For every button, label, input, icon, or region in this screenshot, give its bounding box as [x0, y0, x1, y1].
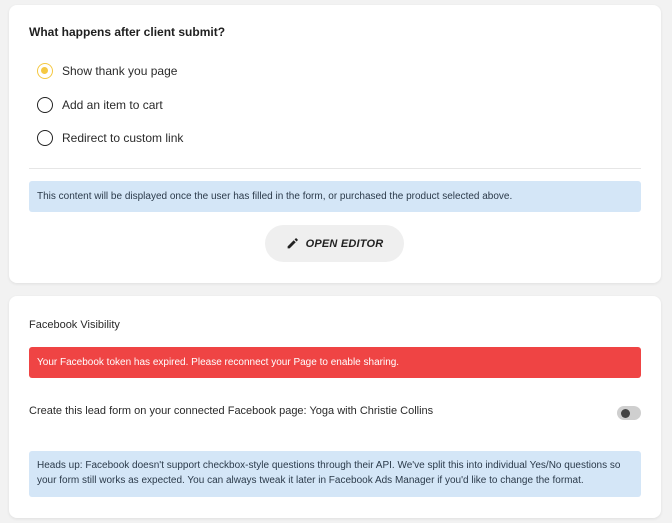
lead-form-toggle[interactable] [617, 406, 641, 420]
facebook-section-title: Facebook Visibility [29, 319, 120, 331]
section-title: What happens after client submit? [29, 25, 226, 39]
radio-option-redirect[interactable]: Redirect to custom link [37, 130, 183, 146]
radio-label: Show thank you page [62, 64, 178, 78]
after-submit-card: What happens after client submit? Show t… [9, 5, 661, 283]
pencil-icon [287, 238, 298, 249]
toggle-knob [621, 409, 630, 418]
lead-form-label: Create this lead form on your connected … [29, 405, 434, 417]
radio-button[interactable] [37, 130, 53, 146]
error-banner: Your Facebook token has expired. Please … [29, 347, 641, 378]
divider [29, 168, 641, 169]
radio-button[interactable] [37, 97, 53, 113]
open-editor-label: OPEN EDITOR [305, 237, 384, 250]
radio-label: Add an item to cart [62, 98, 163, 112]
radio-option-thank-you-page[interactable]: Show thank you page [37, 63, 177, 79]
facebook-visibility-card: Facebook Visibility Your Facebook token … [9, 296, 661, 518]
radio-button-selected[interactable] [37, 63, 53, 79]
open-editor-button[interactable]: OPEN EDITOR [265, 225, 404, 262]
facebook-info-message: Heads up: Facebook doesn't support check… [29, 451, 641, 497]
radio-label: Redirect to custom link [62, 131, 184, 145]
info-message: This content will be displayed once the … [29, 181, 641, 212]
radio-option-add-to-cart[interactable]: Add an item to cart [37, 97, 163, 113]
